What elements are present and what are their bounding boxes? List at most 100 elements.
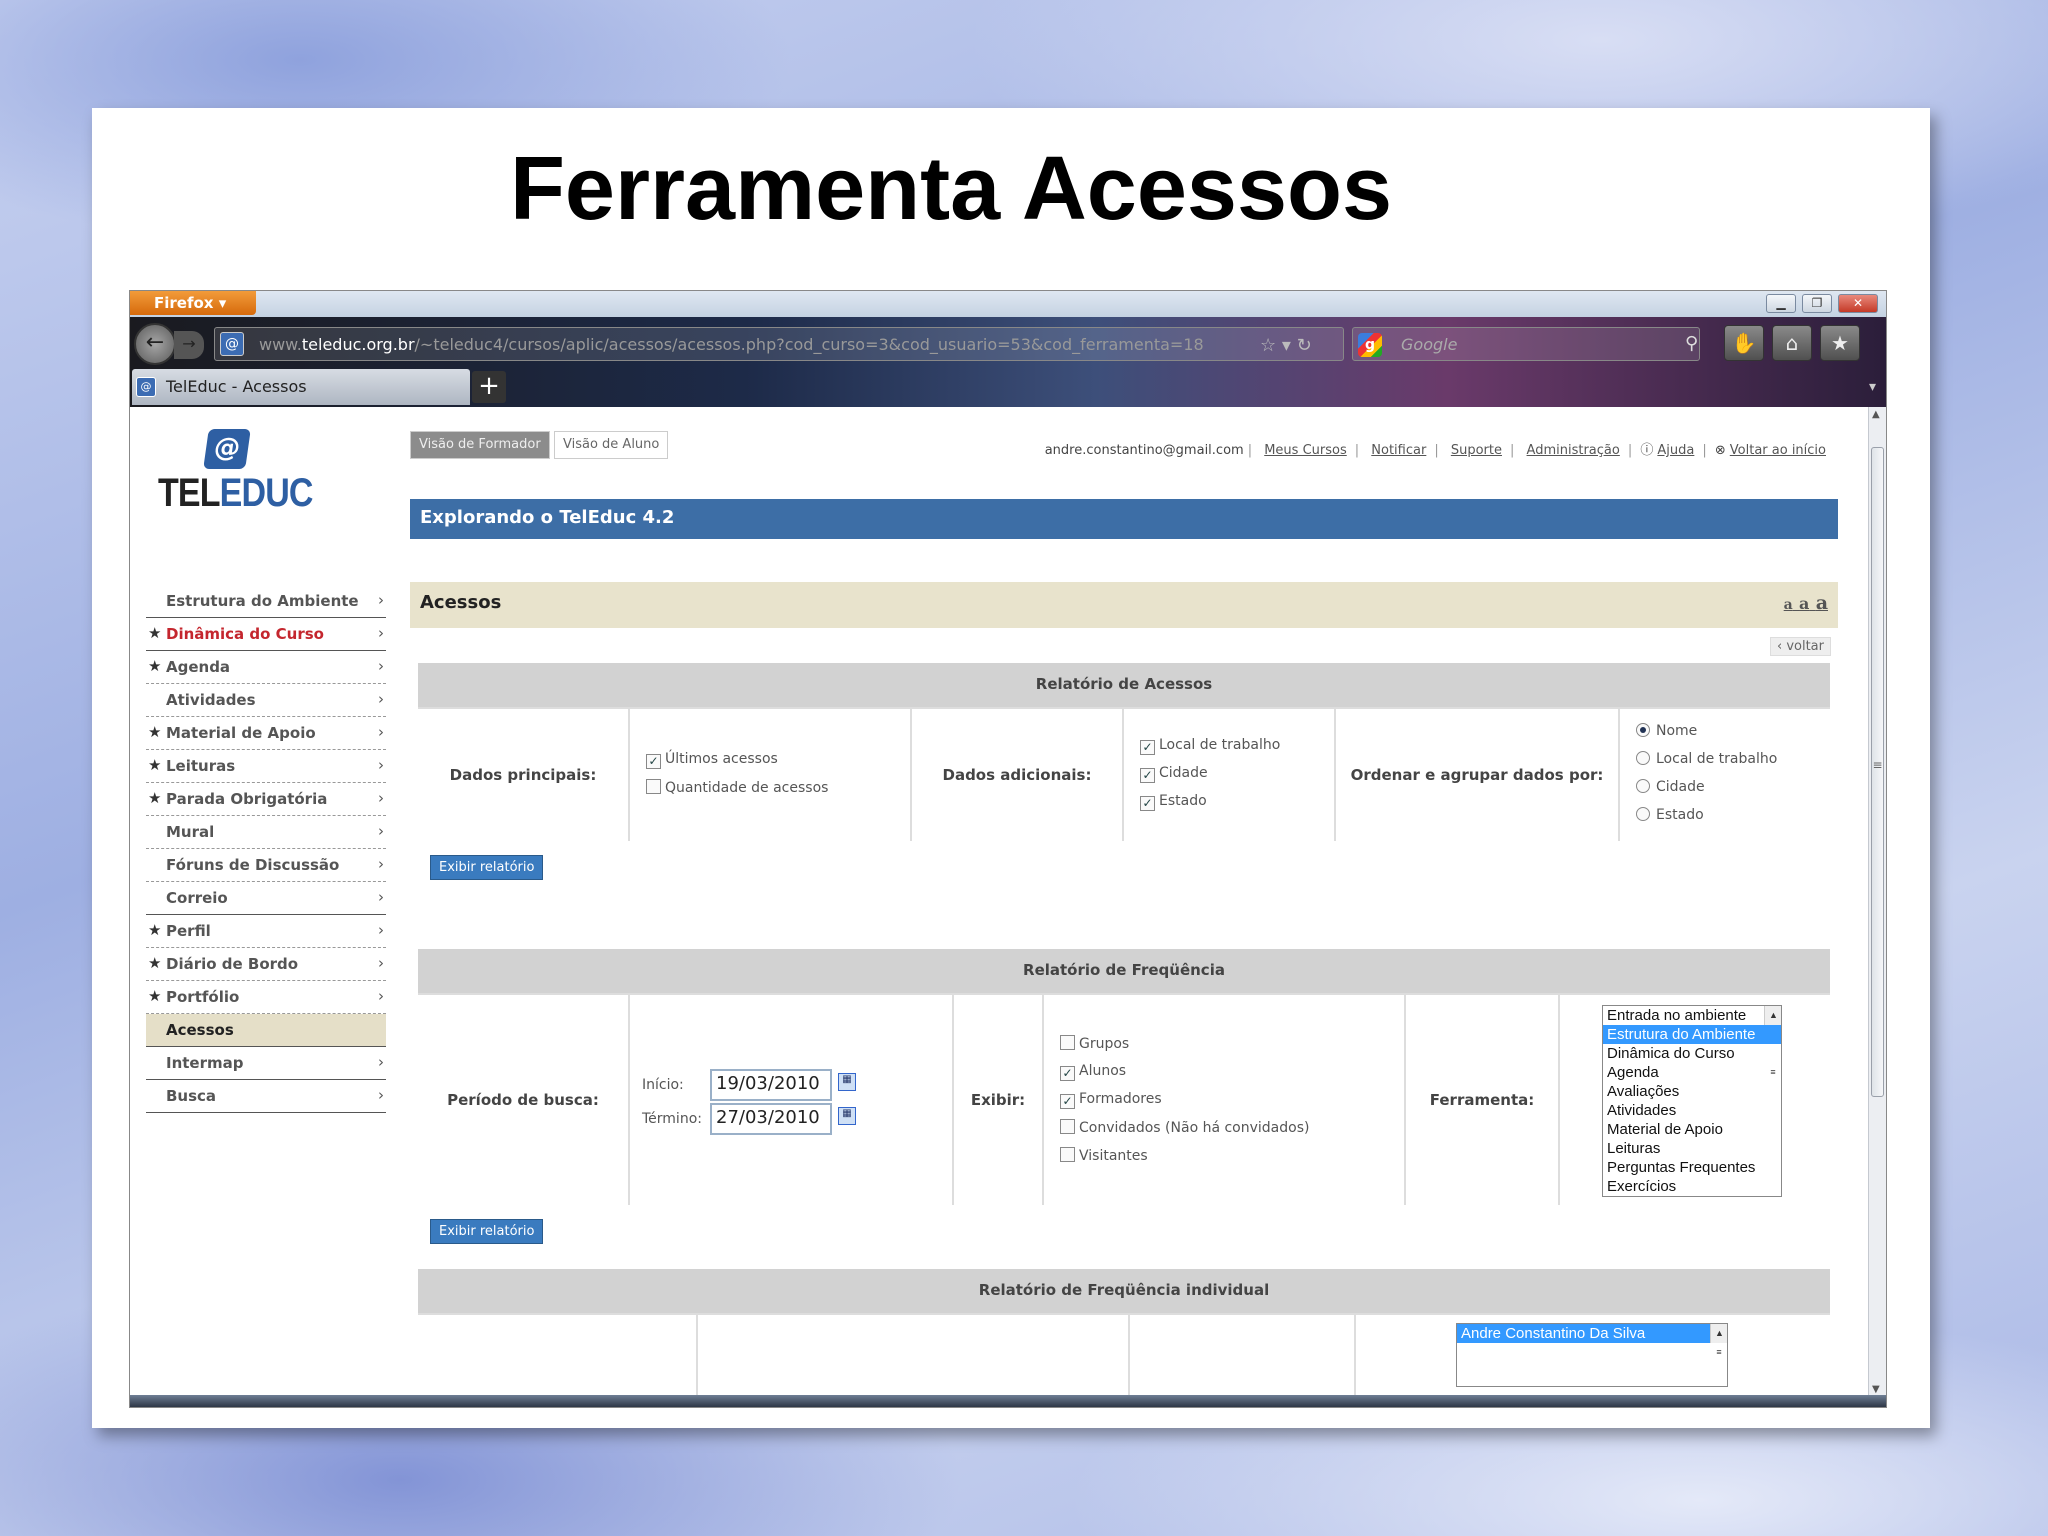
menu-item-acessos[interactable]: Acessos — [146, 1014, 386, 1047]
scrollbar-thumb[interactable]: ≡ — [1871, 447, 1884, 1097]
ordenar-nome-radio[interactable]: Nome — [1636, 723, 1697, 739]
back-button[interactable]: ← — [134, 323, 176, 365]
voltar-button[interactable]: ‹ voltar — [1770, 637, 1831, 656]
ferramenta-option[interactable]: Perguntas Frequentes — [1603, 1158, 1781, 1177]
font-small-link[interactable]: a — [1784, 597, 1793, 613]
ferramenta-option[interactable]: Exercícios — [1603, 1177, 1781, 1196]
menu-item-busca[interactable]: Busca › — [146, 1080, 386, 1113]
convidados-checkbox[interactable]: Convidados (Não há convidados) — [1060, 1119, 1309, 1136]
search-icon[interactable]: ⚲ — [1685, 333, 1698, 354]
ferramenta-option[interactable]: Material de Apoio — [1603, 1120, 1781, 1139]
calendar-icon[interactable]: ▦ — [838, 1107, 856, 1125]
termino-date-input[interactable]: 27/03/2010 — [710, 1103, 832, 1135]
menu-item-portfolio[interactable]: ★ Portfólio › — [146, 981, 386, 1014]
ferramenta-option[interactable]: Atividades — [1603, 1101, 1781, 1120]
ultimos-acessos-checkbox[interactable]: ✓ Últimos acessos — [646, 751, 778, 769]
visao-aluno-button[interactable]: Visão de Aluno — [554, 431, 669, 459]
exibir-relatorio-acessos-button[interactable]: Exibir relatório — [430, 855, 544, 880]
alunos-checkbox[interactable]: ✓ Alunos — [1060, 1063, 1126, 1081]
menu-item-foruns-de-discussao[interactable]: Fóruns de Discussão › — [146, 849, 386, 882]
page-scrollbar[interactable]: ▲ ≡ ▼ — [1868, 407, 1886, 1397]
reload-icon[interactable]: ↻ — [1297, 335, 1312, 356]
menu-item-diario-de-bordo[interactable]: ★ Diário de Bordo › — [146, 948, 386, 981]
menu-item-intermap[interactable]: Intermap › — [146, 1047, 386, 1080]
ordenar-options: Nome Local de trabalho Cidade Estado — [1620, 709, 1830, 841]
exibir-relatorio-frequencia-button[interactable]: Exibir relatório — [430, 1219, 544, 1244]
cidade-checkbox[interactable]: ✓ Cidade — [1140, 765, 1208, 783]
bookmark-star-icon[interactable]: ☆ — [1260, 335, 1276, 356]
formadores-checkbox[interactable]: ✓ Formadores — [1060, 1091, 1162, 1109]
menu-item-material-de-apoio[interactable]: ★ Material de Apoio › — [146, 717, 386, 750]
minimize-button[interactable]: ▁ — [1766, 294, 1796, 313]
termino-label: Término: — [642, 1111, 702, 1127]
listbox-scrollbar[interactable]: ▲≡▼ — [1764, 1006, 1781, 1077]
meus-cursos-link[interactable]: Meus Cursos — [1264, 443, 1347, 458]
logo-at-icon: @ — [203, 429, 251, 469]
bookmarks-icon[interactable]: ★ — [1820, 325, 1860, 361]
new-tab-button[interactable]: + — [472, 371, 506, 403]
ferramenta-option[interactable]: Dinâmica do Curso — [1603, 1044, 1781, 1063]
forward-button[interactable]: → — [174, 331, 204, 359]
menu-item-estrutura-do-ambiente[interactable]: Estrutura do Ambiente › — [146, 585, 386, 618]
quantidade-acessos-checkbox[interactable]: Quantidade de acessos — [646, 779, 828, 796]
listbox-scrollbar[interactable]: ▲ ≡ — [1710, 1324, 1727, 1357]
star-icon: ★ — [148, 723, 162, 741]
menu-item-parada-obrigatoria[interactable]: ★ Parada Obrigatória › — [146, 783, 386, 816]
search-input[interactable]: Google — [1352, 327, 1700, 361]
ferramenta-option[interactable]: Avaliações — [1603, 1082, 1781, 1101]
chevron-down-icon[interactable]: ▾ — [1282, 335, 1291, 356]
user-listbox[interactable]: Andre Constantino Da Silva ▲ ≡ — [1456, 1323, 1728, 1387]
checkbox-checked-icon: ✓ — [646, 754, 661, 769]
tab-teleduc-acessos[interactable]: TelEduc - Acessos — [132, 369, 470, 405]
ferramenta-option[interactable]: Agenda — [1603, 1063, 1781, 1082]
ferramenta-option-selected[interactable]: Estrutura do Ambiente — [1603, 1025, 1781, 1044]
slide-title: Ferramenta Acessos — [509, 139, 1393, 239]
checkbox-unchecked-icon — [1060, 1035, 1075, 1050]
menu-item-mural[interactable]: Mural › — [146, 816, 386, 849]
home-icon[interactable]: ⌂ — [1772, 325, 1812, 361]
suporte-link[interactable]: Suporte — [1451, 443, 1502, 458]
ferramenta-listbox[interactable]: Entrada no ambiente Estrutura do Ambient… — [1602, 1005, 1782, 1197]
menu-item-dinamica-do-curso[interactable]: ★ Dinâmica do Curso › — [146, 618, 386, 651]
ordenar-cidade-radio[interactable]: Cidade — [1636, 779, 1705, 795]
menu-item-correio[interactable]: Correio › — [146, 882, 386, 915]
font-size-controls: a a a — [1784, 592, 1828, 614]
calendar-icon[interactable]: ▦ — [838, 1073, 856, 1091]
firefox-menu-button[interactable]: Firefox ▾ — [130, 291, 256, 315]
font-large-link[interactable]: a — [1816, 592, 1828, 614]
visao-formador-button[interactable]: Visão de Formador — [410, 431, 550, 459]
close-button[interactable]: ✕ — [1838, 294, 1878, 313]
ferramenta-option[interactable]: Leituras — [1603, 1139, 1781, 1158]
notificar-link[interactable]: Notificar — [1371, 443, 1426, 458]
hand-icon[interactable]: ✋ — [1724, 325, 1764, 361]
menu-item-agenda[interactable]: ★ Agenda › — [146, 651, 386, 684]
administracao-link[interactable]: Administração — [1527, 443, 1620, 458]
scroll-down-icon[interactable]: ▼ — [1872, 1384, 1880, 1395]
inicio-date-input[interactable]: 19/03/2010 — [710, 1069, 832, 1101]
voltar-inicio-link[interactable]: Voltar ao início — [1730, 443, 1826, 458]
tab-list-icon[interactable]: ▾ — [1869, 379, 1876, 395]
ferramenta-option[interactable]: Entrada no ambiente — [1603, 1006, 1781, 1025]
ajuda-link[interactable]: Ajuda — [1657, 443, 1694, 458]
ordenar-local-radio[interactable]: Local de trabalho — [1636, 751, 1777, 767]
user-option-selected[interactable]: Andre Constantino Da Silva — [1457, 1324, 1727, 1343]
google-icon[interactable]: g — [1358, 333, 1382, 357]
ordenar-estado-radio[interactable]: Estado — [1636, 807, 1704, 823]
menu-item-perfil[interactable]: ★ Perfil › — [146, 915, 386, 948]
grupos-checkbox[interactable]: Grupos — [1060, 1035, 1129, 1052]
tab-favicon-icon: @ — [136, 377, 156, 397]
font-medium-link[interactable]: a — [1799, 594, 1809, 613]
checkbox-checked-icon: ✓ — [1060, 1066, 1075, 1081]
scroll-up-icon[interactable]: ▲ — [1872, 409, 1880, 420]
checkbox-checked-icon: ✓ — [1140, 740, 1155, 755]
menu-item-leituras[interactable]: ★ Leituras › — [146, 750, 386, 783]
individual-cell-1 — [418, 1315, 698, 1397]
estado-checkbox[interactable]: ✓ Estado — [1140, 793, 1207, 811]
star-icon: ★ — [148, 789, 162, 807]
visitantes-checkbox[interactable]: Visitantes — [1060, 1147, 1148, 1164]
local-trabalho-checkbox[interactable]: ✓ Local de trabalho — [1140, 737, 1280, 755]
maximize-button[interactable]: ❐ — [1802, 294, 1832, 313]
menu-item-atividades[interactable]: Atividades › — [146, 684, 386, 717]
browser-window: Firefox ▾ ▁ ❐ ✕ ← → www.teleduc.org.br/~… — [129, 290, 1887, 1408]
url-bar[interactable]: www.teleduc.org.br/~teleduc4/cursos/apli… — [214, 327, 1344, 361]
